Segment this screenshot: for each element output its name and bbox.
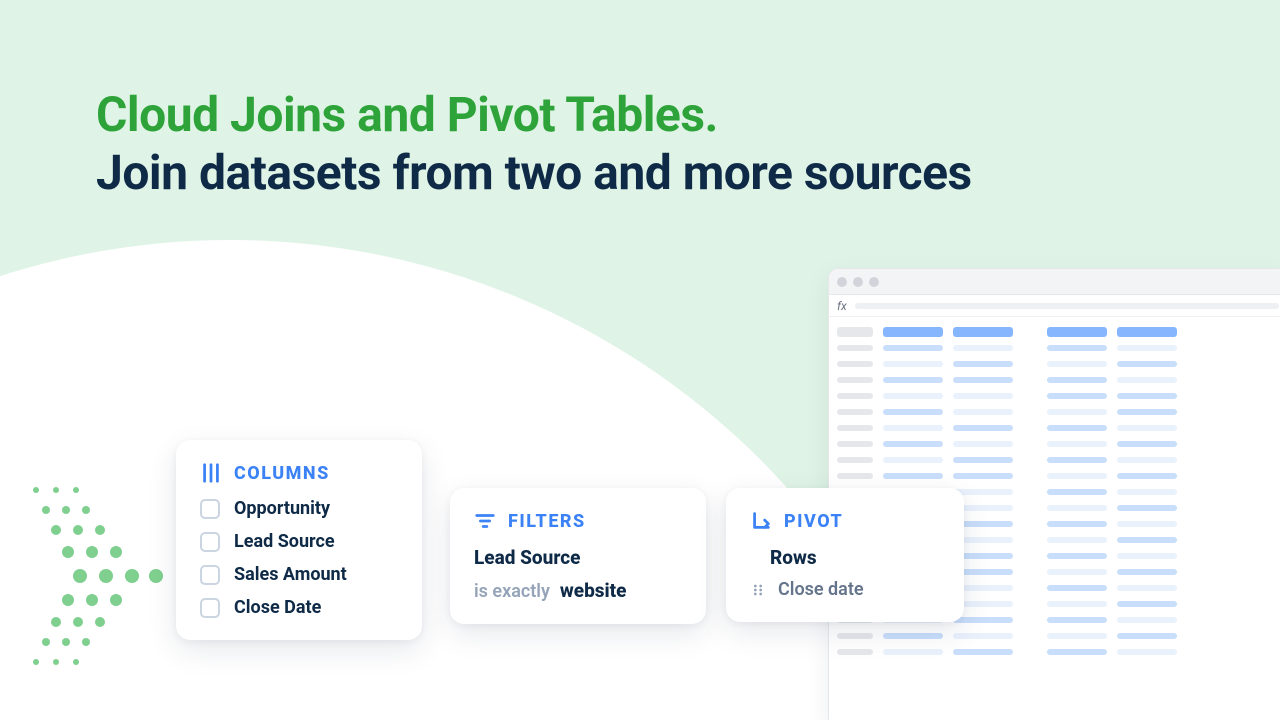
- checkbox[interactable]: [200, 565, 220, 585]
- formula-input-placeholder: [855, 303, 1279, 309]
- window-chrome: [829, 269, 1280, 295]
- traffic-light-dot: [853, 277, 863, 287]
- column-label: Opportunity: [234, 498, 330, 519]
- column-item-lead-source[interactable]: Lead Source: [200, 531, 398, 552]
- promo-stage: Cloud Joins and Pivot Tables. Join datas…: [0, 0, 1280, 720]
- filters-card: FILTERS Lead Source is exactly website: [450, 488, 706, 624]
- columns-icon: [200, 462, 222, 484]
- filter-condition[interactable]: is exactly website: [474, 579, 682, 602]
- pivot-icon: [750, 510, 772, 532]
- filter-field-label: Lead Source: [474, 546, 682, 569]
- headline-line-1: Cloud Joins and Pivot Tables.: [96, 86, 976, 144]
- column-label: Close Date: [234, 597, 321, 618]
- columns-card-header: COLUMNS: [200, 462, 398, 484]
- filters-card-header: FILTERS: [474, 510, 682, 532]
- drag-handle-icon[interactable]: [750, 582, 766, 598]
- traffic-light-dot: [869, 277, 879, 287]
- column-label: Sales Amount: [234, 564, 347, 585]
- columns-list: Opportunity Lead Source Sales Amount Clo…: [200, 498, 398, 618]
- fx-label: fx: [837, 299, 847, 313]
- filter-icon: [474, 510, 496, 532]
- filter-value: website: [560, 579, 627, 602]
- column-label: Lead Source: [234, 531, 335, 552]
- headline-line-2: Join datasets from two and more sources: [96, 144, 976, 202]
- checkbox[interactable]: [200, 532, 220, 552]
- checkbox[interactable]: [200, 499, 220, 519]
- decorative-dots-chevron: [16, 480, 176, 680]
- headline: Cloud Joins and Pivot Tables. Join datas…: [96, 86, 976, 201]
- traffic-light-dot: [837, 277, 847, 287]
- pivot-row-item[interactable]: Close date: [750, 579, 940, 600]
- pivot-card-header: PIVOT: [750, 510, 940, 532]
- formula-bar[interactable]: fx: [829, 295, 1280, 317]
- pivot-row-value: Close date: [778, 579, 864, 600]
- column-item-opportunity[interactable]: Opportunity: [200, 498, 398, 519]
- pivot-card-title: PIVOT: [784, 511, 843, 532]
- filters-card-title: FILTERS: [508, 511, 586, 532]
- columns-card-title: COLUMNS: [234, 463, 330, 484]
- pivot-card: PIVOT Rows Close date: [726, 488, 964, 622]
- columns-card: COLUMNS Opportunity Lead Source Sales Am…: [176, 440, 422, 640]
- column-item-sales-amount[interactable]: Sales Amount: [200, 564, 398, 585]
- checkbox[interactable]: [200, 598, 220, 618]
- filter-operator: is exactly: [474, 581, 550, 602]
- column-item-close-date[interactable]: Close Date: [200, 597, 398, 618]
- pivot-section-rows-label: Rows: [770, 546, 940, 569]
